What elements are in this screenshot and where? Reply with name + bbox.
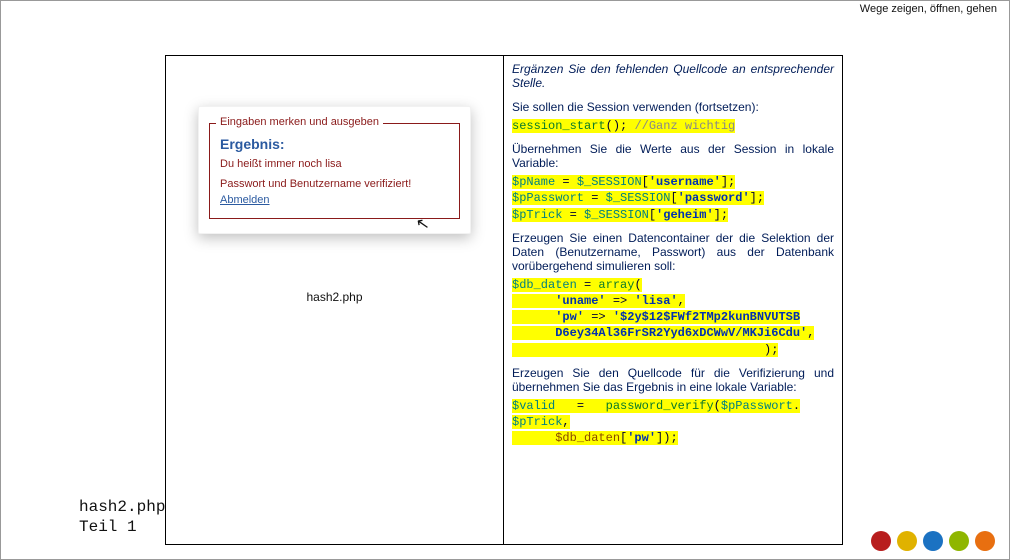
footer-file: hash2.php (79, 497, 165, 517)
slide-content: Eingaben merken und ausgeben Ergebnis: D… (165, 55, 843, 545)
instruction-3: Übernehmen Sie die Werte aus der Session… (512, 142, 834, 170)
fieldset-legend: Eingaben merken und ausgeben (216, 116, 383, 128)
result-card: Eingaben merken und ausgeben Ergebnis: D… (198, 106, 471, 234)
tagline: Wege zeigen, öffnen, gehen (860, 3, 997, 15)
dot-icon (897, 531, 917, 551)
code-array: $db_daten = array( 'uname' => 'lisa', 'p… (512, 277, 834, 358)
dot-icon (949, 531, 969, 551)
dot-icon (871, 531, 891, 551)
left-column: Eingaben merken und ausgeben Ergebnis: D… (166, 56, 504, 544)
footer-part: Teil 1 (79, 517, 165, 537)
instruction-1: Ergänzen Sie den fehlenden Quellcode an … (512, 62, 834, 90)
slide-page: Wege zeigen, öffnen, gehen Eingaben merk… (0, 0, 1010, 560)
brand-dots (871, 531, 995, 551)
logout-link[interactable]: Abmelden (220, 194, 270, 206)
verify-text: Passwort und Benutzername verifiziert! (220, 178, 449, 190)
instruction-4: Erzeugen Sie einen Datencontainer der di… (512, 231, 834, 273)
result-title: Ergebnis: (220, 136, 449, 152)
footer-label: hash2.php Teil 1 (79, 497, 165, 537)
right-column: Ergänzen Sie den fehlenden Quellcode an … (504, 56, 842, 544)
result-fieldset: Eingaben merken und ausgeben Ergebnis: D… (209, 123, 460, 219)
code-verify: $valid = password_verify($pPasswort. $pT… (512, 398, 834, 447)
instruction-2: Sie sollen die Session verwenden (fortse… (512, 100, 834, 114)
file-caption: hash2.php (176, 290, 493, 304)
code-session-vars: $pName = $_SESSION['username']; $pPasswo… (512, 174, 834, 223)
code-session-start: session_start(); //Ganz wichtig (512, 118, 834, 134)
result-text: Du heißt immer noch lisa (220, 158, 449, 170)
instruction-5: Erzeugen Sie den Quellcode für die Verif… (512, 366, 834, 394)
dot-icon (923, 531, 943, 551)
dot-icon (975, 531, 995, 551)
